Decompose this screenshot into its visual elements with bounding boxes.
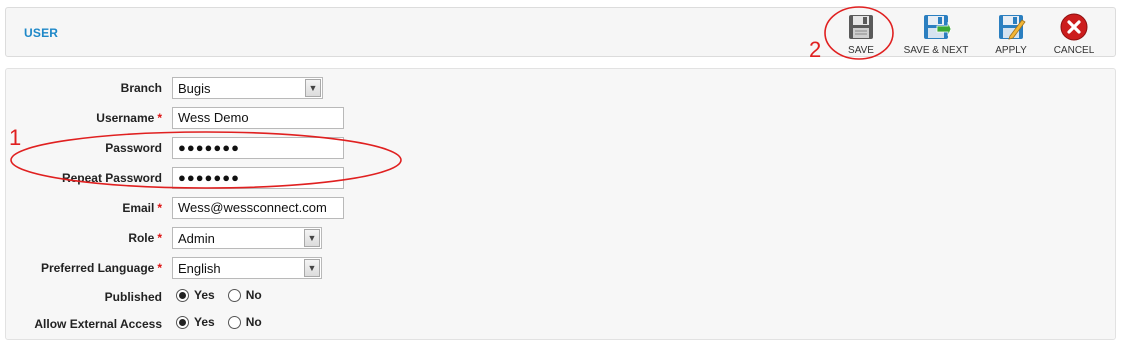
external-access-label: Allow External Access [34, 317, 162, 331]
published-radio-group: Yes No [176, 288, 275, 302]
apply-button-label: APPLY [995, 45, 1027, 56]
save-and-next-button-label: SAVE & NEXT [903, 45, 969, 56]
password-row: Password ●●●●●●● [6, 136, 606, 160]
branch-label: Branch [120, 81, 162, 95]
external-access-yes-radio[interactable] [176, 315, 189, 329]
repeat-password-label: Repeat Password [61, 171, 162, 185]
required-marker: * [157, 261, 162, 275]
external-access-no-radio[interactable] [227, 315, 241, 329]
language-label: Preferred Language * [40, 261, 162, 275]
apply-button[interactable]: APPLY [991, 11, 1031, 57]
branch-value: Bugis [178, 80, 211, 96]
published-no-radio[interactable] [227, 288, 241, 302]
email-input[interactable]: Wess@wessconnect.com [172, 197, 344, 219]
role-row: Role * Admin ▼ [6, 226, 606, 250]
role-select[interactable]: Admin ▼ [172, 227, 322, 249]
floppy-disk-edit-icon [999, 15, 1026, 40]
email-row: Email * Wess@wessconnect.com [6, 196, 606, 220]
role-value: Admin [178, 230, 215, 246]
save-button[interactable]: SAVE [837, 11, 885, 57]
annotation-number-2: 2 [809, 37, 822, 62]
language-value: English [178, 260, 221, 276]
chevron-down-icon: ▼ [304, 229, 320, 247]
chevron-down-icon: ▼ [304, 259, 320, 277]
language-row: Preferred Language * English ▼ [6, 256, 606, 280]
role-label: Role * [128, 231, 162, 245]
floppy-disk-icon [849, 15, 873, 39]
external-access-radio-group: Yes No [176, 315, 275, 329]
published-no-label: No [245, 288, 262, 302]
page-title: USER [24, 26, 59, 40]
branch-row: Branch Bugis ▼ [6, 76, 606, 100]
email-label: Email * [122, 201, 162, 215]
header-toolbar: USER SAVE SAVE & NEXT APPLY CANCEL [5, 7, 1116, 57]
published-row: Published Yes No [6, 285, 606, 309]
cancel-circle-icon [1060, 13, 1088, 41]
save-button-label: SAVE [848, 45, 874, 56]
repeat-password-input[interactable]: ●●●●●●● [172, 167, 344, 189]
language-select[interactable]: English ▼ [172, 257, 322, 279]
required-marker: * [157, 201, 162, 215]
published-yes-radio[interactable] [176, 288, 189, 302]
cancel-button[interactable]: CANCEL [1051, 11, 1097, 57]
chevron-down-icon: ▼ [305, 79, 321, 97]
save-and-next-button[interactable]: SAVE & NEXT [899, 11, 973, 57]
user-form-panel: Branch Bugis ▼ Username * Wess Demo Passw… [5, 68, 1116, 340]
password-label: Password [105, 141, 162, 155]
published-label: Published [104, 290, 162, 304]
annotation-number-1: 1 [9, 125, 22, 150]
external-access-yes-label: Yes [194, 315, 215, 329]
required-marker: * [157, 231, 162, 245]
external-access-row: Allow External Access Yes No [6, 312, 606, 336]
repeat-password-row: Repeat Password ●●●●●●● [6, 166, 606, 190]
published-yes-label: Yes [194, 288, 215, 302]
username-label: Username * [96, 111, 162, 125]
username-row: Username * Wess Demo [6, 106, 606, 130]
required-marker: * [157, 111, 162, 125]
cancel-button-label: CANCEL [1053, 45, 1095, 56]
branch-select[interactable]: Bugis ▼ [172, 77, 323, 99]
external-access-no-label: No [245, 315, 262, 329]
floppy-disk-next-icon [924, 15, 951, 39]
username-input[interactable]: Wess Demo [172, 107, 344, 129]
password-input[interactable]: ●●●●●●● [172, 137, 344, 159]
